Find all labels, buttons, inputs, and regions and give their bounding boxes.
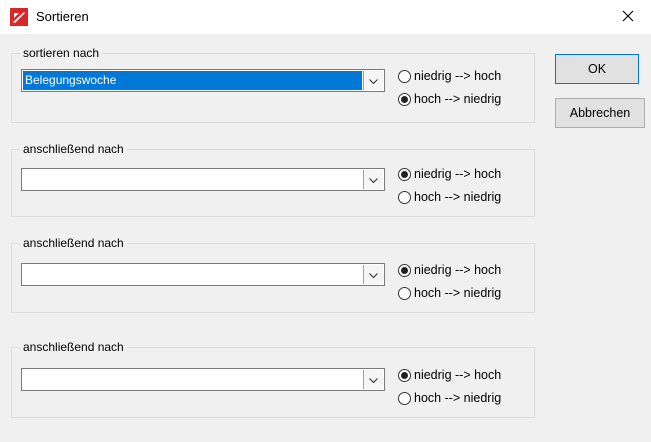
radio-descending[interactable]: hoch --> niedrig bbox=[398, 285, 528, 301]
group-label: sortieren nach bbox=[20, 46, 103, 60]
chevron-down-icon bbox=[369, 268, 378, 282]
radio-ascending[interactable]: niedrig --> hoch bbox=[398, 68, 528, 84]
sort-field-combobox[interactable]: Belegungswoche bbox=[21, 69, 385, 92]
combo-value bbox=[23, 370, 362, 389]
radio-circle bbox=[398, 92, 411, 106]
sort-field-combobox[interactable] bbox=[21, 368, 385, 391]
sort-field-combobox[interactable] bbox=[21, 168, 385, 191]
group-label: anschließend nach bbox=[20, 236, 127, 250]
app-logo-icon bbox=[10, 8, 28, 26]
radio-circle bbox=[398, 286, 411, 300]
radio-descending[interactable]: hoch --> niedrig bbox=[398, 91, 528, 107]
radio-descending[interactable]: hoch --> niedrig bbox=[398, 189, 528, 205]
close-icon bbox=[622, 10, 634, 25]
radio-circle bbox=[398, 69, 411, 83]
chevron-down-icon bbox=[369, 173, 378, 187]
sort-field-combobox[interactable] bbox=[21, 263, 385, 286]
cancel-button[interactable]: Abbrechen bbox=[555, 98, 645, 128]
radio-circle bbox=[398, 167, 411, 181]
chevron-down-icon bbox=[369, 74, 378, 88]
radio-circle bbox=[398, 263, 411, 277]
combo-value bbox=[23, 170, 362, 189]
combo-value bbox=[23, 265, 362, 284]
dropdown-button[interactable] bbox=[363, 370, 383, 389]
sort-group-then-3: anschließend nach niedrig --> hoch hoch … bbox=[11, 340, 535, 418]
radio-label: hoch --> niedrig bbox=[414, 391, 502, 405]
dropdown-button[interactable] bbox=[363, 170, 383, 189]
radio-label: niedrig --> hoch bbox=[414, 368, 502, 382]
radio-label: hoch --> niedrig bbox=[414, 190, 502, 204]
combo-value: Belegungswoche bbox=[23, 71, 362, 90]
title-bar: Sortieren bbox=[0, 0, 651, 34]
sort-group-then-2: anschließend nach niedrig --> hoch hoch … bbox=[11, 236, 535, 313]
chevron-down-icon bbox=[369, 373, 378, 387]
close-button[interactable] bbox=[605, 0, 651, 34]
sort-dialog: Sortieren sortieren nach Belegungswoche … bbox=[0, 0, 651, 442]
dropdown-button[interactable] bbox=[363, 265, 383, 284]
radio-circle bbox=[398, 391, 411, 405]
radio-ascending[interactable]: niedrig --> hoch bbox=[398, 166, 528, 182]
radio-label: hoch --> niedrig bbox=[414, 286, 502, 300]
radio-label: niedrig --> hoch bbox=[414, 69, 502, 83]
group-label: anschließend nach bbox=[20, 142, 127, 156]
radio-label: hoch --> niedrig bbox=[414, 92, 502, 106]
sort-group-primary: sortieren nach Belegungswoche niedrig --… bbox=[11, 46, 535, 123]
group-label: anschließend nach bbox=[20, 340, 127, 354]
radio-ascending[interactable]: niedrig --> hoch bbox=[398, 262, 528, 278]
radio-circle bbox=[398, 368, 411, 382]
radio-ascending[interactable]: niedrig --> hoch bbox=[398, 367, 528, 383]
dropdown-button[interactable] bbox=[363, 71, 383, 90]
window-title: Sortieren bbox=[36, 9, 89, 24]
ok-button[interactable]: OK bbox=[555, 54, 639, 84]
sort-group-then-1: anschließend nach niedrig --> hoch hoch … bbox=[11, 142, 535, 217]
radio-descending[interactable]: hoch --> niedrig bbox=[398, 390, 528, 406]
radio-label: niedrig --> hoch bbox=[414, 263, 502, 277]
radio-label: niedrig --> hoch bbox=[414, 167, 502, 181]
radio-circle bbox=[398, 190, 411, 204]
